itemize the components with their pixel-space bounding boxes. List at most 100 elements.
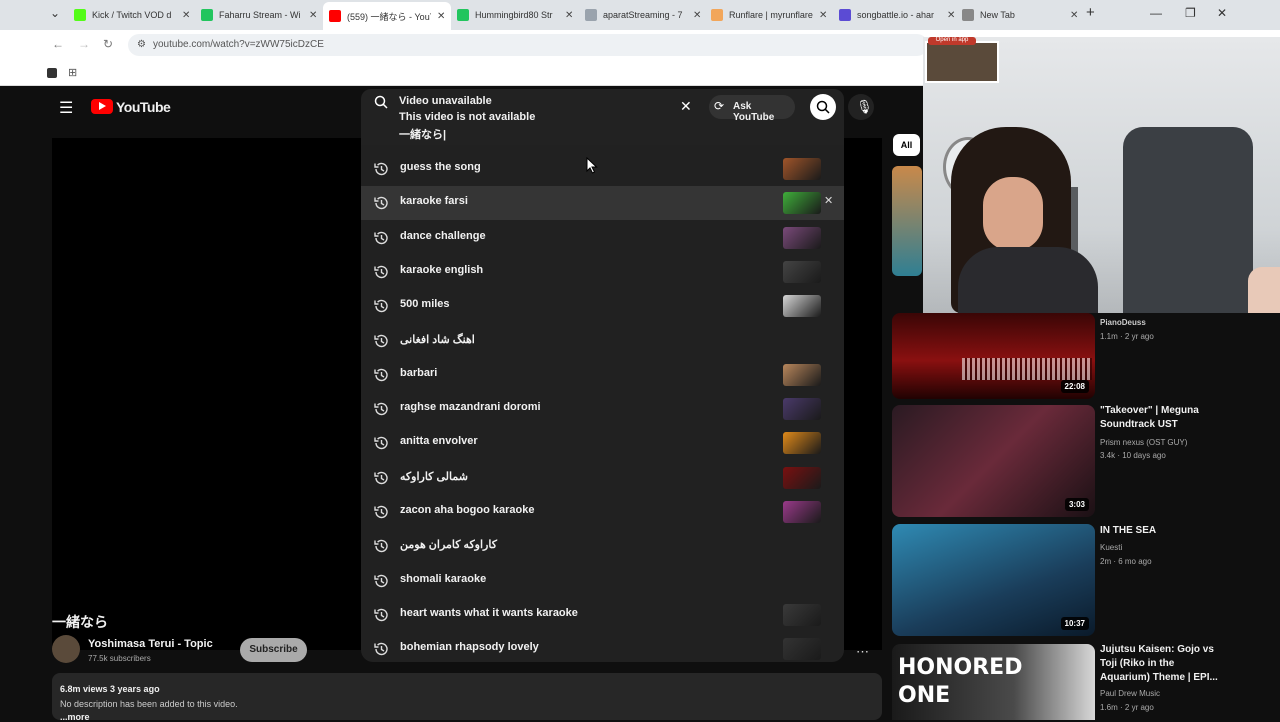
youtube-logo-icon[interactable] [91,99,113,114]
description-box[interactable]: 6.8m views 3 years ago No description ha… [52,673,882,722]
rec-thumb-1[interactable]: 22:08 [892,313,1095,399]
tab-close-icon[interactable]: ✕ [182,10,190,21]
suggestion-row[interactable]: zacon aha bogoo karaoke [361,495,844,529]
ask-sparkle-icon: ⟳ [714,99,725,113]
new-tab-plus-icon[interactable]: + [1086,4,1095,21]
subscribe-button[interactable]: Subscribe [240,638,307,662]
more-link[interactable]: ...more [60,712,90,722]
minimize-icon[interactable]: — [1150,6,1162,20]
history-icon [374,471,388,484]
url-bar[interactable]: ⚙ youtube.com/watch?v=zWW75icDzCE [128,34,928,56]
search-line-1: Video unavailable [399,95,492,107]
rec-title-4[interactable]: Jujutsu Kaisen: Gojo vs Toji (Riko in th… [1100,643,1220,685]
suggestion-row[interactable]: anitta envolver [361,426,844,460]
browser-tab[interactable]: aparatStreaming - 7 ✕ [579,4,707,26]
suggestion-row[interactable]: 500 miles [361,289,844,323]
webcam-face [983,177,1043,251]
view-count: 6.8m views 3 years ago [60,684,160,694]
rec-thumb-3[interactable]: 10:37 [892,524,1095,636]
suggestion-row[interactable]: heart wants what it wants karaoke [361,598,844,632]
rec-channel-2[interactable]: Prism nexus (OST GUY) [1100,437,1230,449]
suggestion-thumbnail [783,466,821,489]
browser-tab[interactable]: songbattle.io - ahar ✕ [833,4,961,26]
suggestion-label: 500 miles [400,298,450,311]
voice-search-button[interactable]: 🎙 [848,94,874,120]
ask-youtube-button[interactable]: ⟳ Ask YouTube [709,95,795,123]
suggestion-thumbnail [783,501,821,523]
history-icon [374,402,388,416]
chip-all[interactable]: All [893,134,920,156]
suggestion-row[interactable]: karaoke english [361,255,844,289]
rec-thumb-4-text: HONORED ONE [898,655,1023,708]
tab-close-icon[interactable]: ✕ [819,10,827,21]
site-info-icon[interactable]: ⚙ [137,39,146,50]
clear-search-icon[interactable]: ✕ [680,98,692,115]
suggestion-label: کاراوکه کامران هومن [400,539,497,552]
tab-close-icon[interactable]: ✕ [947,10,955,21]
tab-close-icon[interactable]: ✕ [1070,10,1078,21]
rec-channel-4[interactable]: Paul Drew Music [1100,688,1230,700]
suggestion-row[interactable]: karaoke farsi ✕ [361,186,844,221]
youtube-logo-text[interactable]: YouTube [116,99,171,115]
rec-thumb-2[interactable]: 3:03 [892,405,1095,517]
suggestion-row[interactable]: dance challenge [361,221,844,255]
rec-meta-4: 1.6m · 2 yr ago [1100,703,1154,712]
rec-title-3[interactable]: IN THE SEA [1100,524,1220,538]
suggestion-thumbnail [783,638,821,661]
rec-thumb-partial[interactable] [892,166,922,276]
bookmark-icon[interactable] [47,68,57,78]
suggestion-label: zacon aha bogoo karaoke [400,504,535,516]
browser-tab[interactable]: New Tab ✕ [956,4,1084,26]
search-input[interactable]: 一緒なら| [399,126,446,142]
window-close-icon[interactable]: ✕ [1217,6,1227,20]
history-icon [374,642,388,656]
apps-grid-icon[interactable]: ⊞ [68,66,77,79]
rec-title-2[interactable]: "Takeover" | Meguna Soundtrack UST [1100,404,1220,432]
suggestion-row[interactable]: shomali karaoke [361,564,844,598]
mouse-cursor-icon [586,157,598,174]
tab-title: Runflare | myrunflare [729,10,813,20]
channel-avatar[interactable] [52,635,80,663]
tab-search-icon[interactable]: ⌄ [50,6,60,20]
suggestion-row[interactable]: bohemian rhapsody lovely [361,632,844,666]
rec-channel-3[interactable]: Kuesti [1100,542,1230,554]
suggestion-row[interactable]: guess the song [361,152,844,186]
tab-close-icon[interactable]: ✕ [693,10,701,21]
browser-tab[interactable]: Faharru Stream - Wi ✕ [195,4,323,26]
history-icon [374,505,388,519]
suggestion-label: anitta envolver [400,435,478,448]
suggestion-thumbnail [783,192,821,215]
remove-suggestion-icon[interactable]: ✕ [824,194,833,207]
more-actions-icon[interactable]: ⋯ [856,644,869,660]
tab-close-icon[interactable]: ✕ [565,10,573,21]
tab-favicon-icon [711,9,723,21]
tab-title: aparatStreaming - 7 [603,10,683,20]
suggestion-thumbnail [783,295,821,318]
reload-icon[interactable]: ↻ [103,37,113,51]
suggestion-label: guess the song [400,161,481,173]
suggestion-row[interactable]: شمالی کاراوکه [361,461,844,495]
subscriber-count: 77.5k subscribers [88,654,151,663]
browser-tab[interactable]: (559) 一緒なら - YouT ✕ [323,2,452,30]
suggestion-row[interactable]: barbari [361,358,844,392]
browser-tab[interactable]: Hummingbird80 Str ✕ [451,4,579,26]
tab-close-icon[interactable]: ✕ [309,10,317,21]
maximize-icon[interactable]: ❐ [1185,6,1196,20]
rec-duration-3: 10:37 [1060,617,1089,630]
forward-icon[interactable]: → [78,37,90,51]
search-submit-button[interactable] [810,94,836,120]
suggestion-row[interactable]: raghse mazandrani doromi [361,392,844,426]
rec-thumb-4[interactable]: HONORED ONE [892,644,1095,720]
channel-name[interactable]: Yoshimasa Terui - Topic [88,638,213,650]
browser-tab[interactable]: Kick / Twitch VOD d ✕ [68,4,196,26]
rec-meta-3: 2m · 6 mo ago [1100,557,1152,566]
back-icon[interactable]: ← [52,37,64,51]
rec-channel-1[interactable]: PianoDeuss [1100,317,1230,329]
search-box[interactable]: Video unavailable This video is not avai… [361,89,844,145]
suggestion-row[interactable]: کاراوکه کامران هومن [361,529,844,563]
menu-icon[interactable]: ☰ [59,98,73,118]
suggestion-label: shomali karaoke [400,572,487,585]
suggestion-row[interactable]: اهنگ شاد افغانی [361,324,844,358]
tab-close-icon[interactable]: ✕ [437,11,445,22]
browser-tab[interactable]: Runflare | myrunflare ✕ [705,4,833,26]
